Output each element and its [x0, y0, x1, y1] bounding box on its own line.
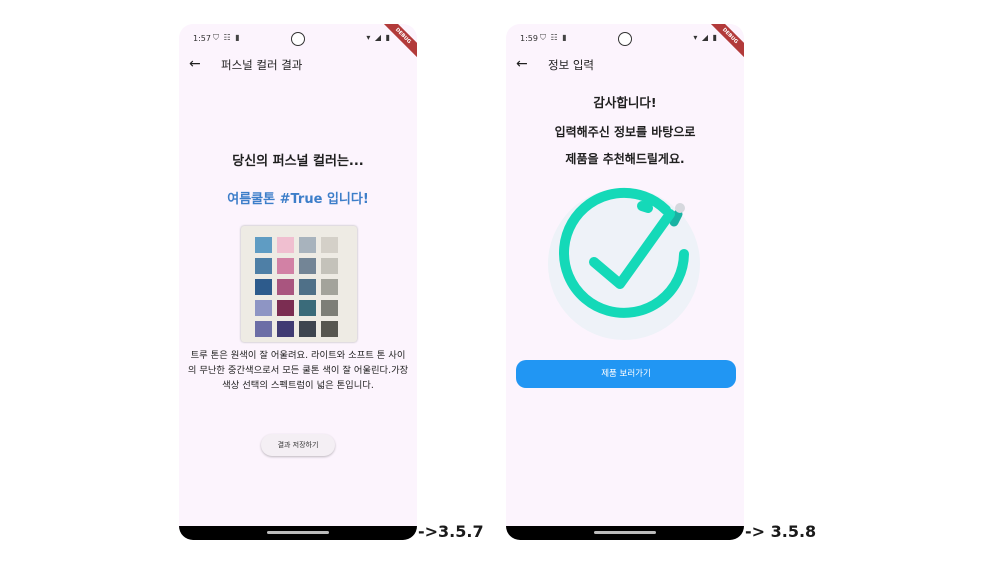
save-result-button[interactable]: 결과 저장하기 — [261, 434, 335, 456]
message-line-1: 입력해주신 정보를 바탕으로 — [554, 125, 696, 139]
success-check-icon — [546, 184, 706, 344]
navigation-bar — [179, 526, 417, 540]
palette-swatch — [255, 258, 272, 274]
app-bar: ← 퍼스널 컬러 결과 — [179, 54, 417, 76]
palette-swatch — [299, 300, 316, 316]
color-palette-image — [241, 226, 357, 342]
palette-swatch — [277, 279, 294, 295]
status-time: 1:57 — [193, 34, 211, 43]
palette-swatch — [299, 258, 316, 274]
back-arrow-icon[interactable]: ← — [189, 54, 201, 74]
thanks-heading: 감사합니다! — [593, 95, 657, 110]
palette-swatch — [299, 237, 316, 253]
palette-swatch — [255, 279, 272, 295]
palette-swatch — [299, 321, 316, 337]
palette-swatch — [255, 321, 272, 337]
palette-swatch — [277, 321, 294, 337]
result-tone: 여름쿨톤 #True 입니다! — [227, 192, 369, 207]
status-time: 1:59 — [520, 34, 538, 43]
view-products-button[interactable]: 제품 보러가기 — [516, 360, 736, 388]
palette-swatch — [277, 300, 294, 316]
navigation-bar — [506, 526, 744, 540]
status-notification-icons: ⛉ ☷ ▮ — [540, 33, 568, 42]
palette-swatch — [321, 300, 338, 316]
phone-screen-info-complete: 1:59 ⛉ ☷ ▮ ▾ ◢ ▮ DEBUG ← 정보 입력 감사합니다! 입력… — [506, 24, 744, 540]
status-notification-icons: ⛉ ☷ ▮ — [213, 33, 241, 42]
palette-swatch — [321, 279, 338, 295]
camera-cutout — [291, 32, 305, 46]
page-title: 퍼스널 컬러 결과 — [221, 58, 303, 72]
home-indicator[interactable] — [267, 531, 329, 534]
tone-description: 트루 톤은 원색이 잘 어울려요. 라이트와 소프트 톤 사이의 무난한 중간색… — [187, 350, 409, 391]
phone-screen-result: 1:57 ⛉ ☷ ▮ ▾ ◢ ▮ DEBUG ← 퍼스널 컬러 결과 당신의 퍼… — [179, 24, 417, 540]
app-bar: ← 정보 입력 — [506, 54, 744, 76]
screen-caption-1: ->3.5.7 — [418, 522, 484, 541]
palette-swatch — [255, 300, 272, 316]
back-arrow-icon[interactable]: ← — [516, 54, 528, 74]
page-title: 정보 입력 — [548, 58, 594, 72]
palette-swatch — [321, 258, 338, 274]
palette-swatch — [321, 321, 338, 337]
home-indicator[interactable] — [594, 531, 656, 534]
palette-swatch — [321, 237, 338, 253]
palette-swatch — [299, 279, 316, 295]
message-line-2: 제품을 추천해드릴게요. — [565, 152, 685, 166]
result-heading: 당신의 퍼스널 컬러는... — [232, 154, 364, 169]
camera-cutout — [618, 32, 632, 46]
palette-swatch — [277, 237, 294, 253]
screen-caption-2: -> 3.5.8 — [745, 522, 817, 541]
palette-swatch — [255, 237, 272, 253]
palette-swatch — [277, 258, 294, 274]
